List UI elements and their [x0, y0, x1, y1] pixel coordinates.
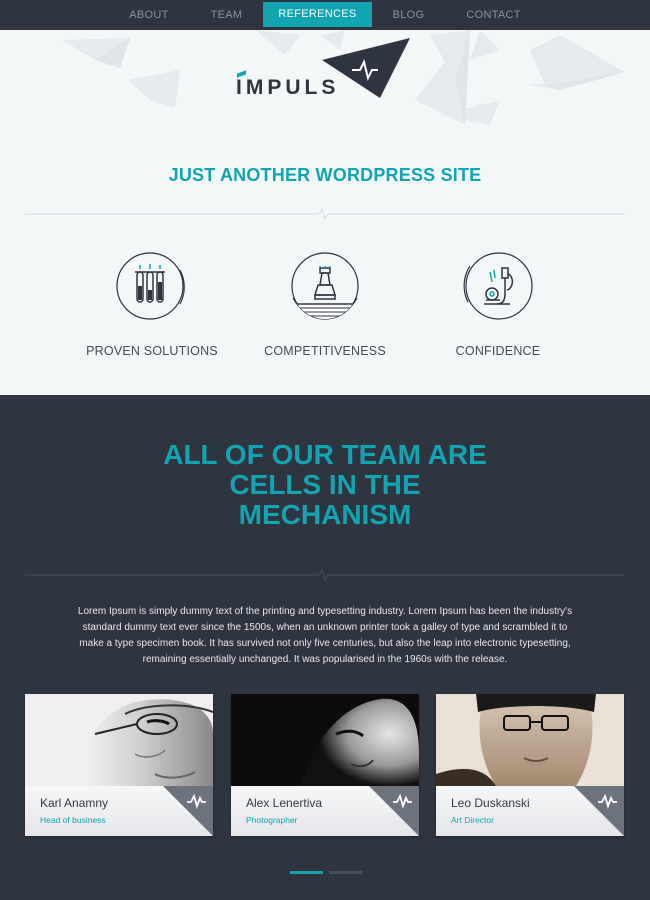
member-name: Leo Duskanski — [451, 796, 530, 810]
team-heading-line-2: CELLS IN THE — [229, 469, 421, 500]
pulse-divider — [25, 568, 625, 582]
feature-competitiveness: COMPETITIVENESS — [235, 252, 415, 358]
pager-dot-1-active[interactable] — [290, 871, 323, 874]
impuls-logo[interactable]: IMPULS — [236, 38, 416, 100]
nav-item-about[interactable]: ABOUT — [108, 0, 189, 30]
member-photo — [436, 694, 624, 786]
feature-confidence: CONFIDENCE — [408, 252, 588, 358]
pulse-divider — [25, 207, 625, 221]
feature-label: CONFIDENCE — [455, 344, 541, 358]
member-role: Head of business — [40, 815, 106, 825]
member-name: Karl Anamny — [40, 796, 109, 810]
team-section: ALL OF OUR TEAM ARE CELLS IN THE MECHANI… — [0, 395, 650, 900]
team-heading: ALL OF OUR TEAM ARE CELLS IN THE MECHANI… — [75, 440, 575, 530]
test-tubes-icon — [116, 252, 185, 320]
hero-section: IMPULS JUST ANOTHER WORDPRESS SITE PROVE… — [0, 30, 650, 395]
pulse-icon[interactable] — [163, 786, 213, 836]
feature-proven-solutions: PROVEN SOLUTIONS — [62, 252, 242, 358]
team-card-alex[interactable]: Alex Lenertiva Photographer — [231, 694, 419, 836]
feature-label: COMPETITIVENESS — [264, 344, 386, 358]
nav-item-blog[interactable]: BLOG — [372, 0, 446, 30]
nav-item-team[interactable]: TEAM — [190, 0, 264, 30]
pulse-icon[interactable] — [369, 786, 419, 836]
pager-dot-2[interactable] — [329, 871, 362, 874]
top-nav: ABOUT TEAM REFERENCES BLOG CONTACT — [0, 0, 650, 30]
member-photo — [231, 694, 419, 786]
microscope-icon — [463, 252, 533, 320]
team-description: Lorem Ipsum is simply dummy text of the … — [77, 606, 573, 665]
team-card-leo[interactable]: Leo Duskanski Art Director — [436, 694, 624, 836]
team-heading-line-3: MECHANISM — [238, 499, 412, 530]
member-photo — [25, 694, 213, 786]
nav-item-references[interactable]: REFERENCES — [263, 2, 372, 27]
team-heading-line-1: ALL OF OUR TEAM ARE — [163, 439, 487, 470]
member-role: Art Director — [451, 815, 494, 825]
member-role: Photographer — [246, 815, 298, 825]
team-card-karl[interactable]: Karl Anamny Head of business — [25, 694, 213, 836]
logo-plane-icon — [322, 38, 410, 98]
member-name: Alex Lenertiva — [246, 796, 323, 810]
pulse-icon[interactable] — [574, 786, 624, 836]
nav-item-contact[interactable]: CONTACT — [445, 0, 541, 30]
chess-rook-icon — [291, 252, 359, 320]
feature-label: PROVEN SOLUTIONS — [86, 344, 218, 358]
site-tagline: JUST ANOTHER WORDPRESS SITE — [168, 165, 482, 185]
